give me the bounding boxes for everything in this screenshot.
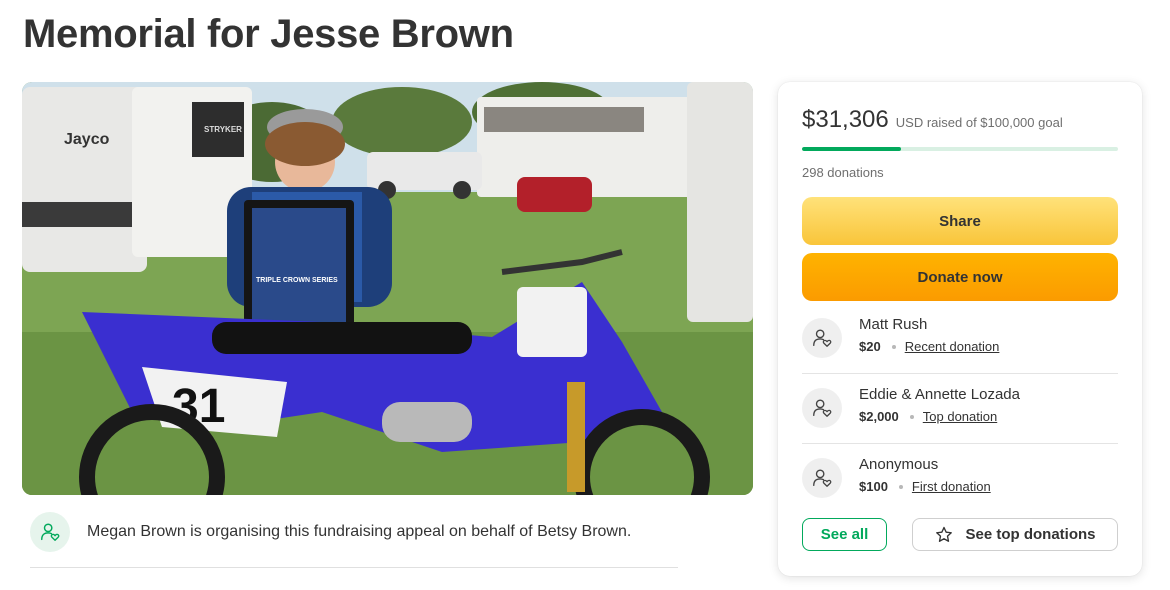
donor-avatar <box>802 458 842 498</box>
see-top-donations-label: See top donations <box>965 526 1096 543</box>
donor-name: Matt Rush <box>859 316 928 333</box>
raised-summary: $31,306 USD raised of $100,000 goal <box>802 106 1063 134</box>
donor-avatar <box>802 318 842 358</box>
hero-illustration: Jayco STRYKER TRIPLE CROWN SERIES 31 <box>22 82 753 495</box>
user-heart-icon <box>41 523 60 541</box>
donor-meta: $100 First donation <box>859 479 991 494</box>
progress-fill <box>802 147 901 151</box>
donor-name: Eddie & Annette Lozada <box>859 386 1020 403</box>
separator-dot <box>909 414 914 419</box>
user-heart-icon <box>813 469 832 487</box>
donation-count: 298 donations <box>802 165 884 180</box>
see-top-donations-button[interactable]: See top donations <box>912 518 1118 551</box>
organiser-section: Megan Brown is organising this fundraisi… <box>30 512 678 568</box>
donor-info: Matt Rush $20 Recent donation <box>859 316 999 354</box>
donor-info: Eddie & Annette Lozada $2,000 Top donati… <box>859 386 1020 424</box>
donation-tag-link[interactable]: First donation <box>912 479 991 494</box>
hero-photo: Jayco STRYKER TRIPLE CROWN SERIES 31 <box>22 82 753 495</box>
raised-goal-label: USD raised of $100,000 goal <box>895 115 1063 130</box>
organiser-text: Megan Brown is organising this fundraisi… <box>87 523 632 540</box>
donation-tag-link[interactable]: Top donation <box>923 409 997 424</box>
donor-amount: $20 <box>859 339 881 354</box>
separator-dot <box>891 344 896 349</box>
separator-dot <box>898 484 903 489</box>
user-heart-icon <box>813 329 832 347</box>
donor-amount: $100 <box>859 479 888 494</box>
trailer-brand-text: Jayco <box>64 131 110 148</box>
page-title: Memorial for Jesse Brown <box>23 12 514 56</box>
see-all-button[interactable]: See all <box>802 518 887 551</box>
star-icon <box>936 526 953 542</box>
donor-meta: $2,000 Top donation <box>859 409 1020 424</box>
donor-avatar <box>802 388 842 428</box>
donor-amount: $2,000 <box>859 409 899 424</box>
donation-item: Matt Rush $20 Recent donation <box>802 304 1118 374</box>
donate-now-button[interactable]: Donate now <box>802 253 1118 301</box>
raised-amount: $31,306 <box>802 106 889 133</box>
donation-item: Eddie & Annette Lozada $2,000 Top donati… <box>802 374 1118 444</box>
plaque-text: TRIPLE CROWN SERIES <box>256 277 338 284</box>
donation-tag-link[interactable]: Recent donation <box>905 339 1000 354</box>
donor-meta: $20 Recent donation <box>859 339 999 354</box>
donation-list: Matt Rush $20 Recent donation Eddie & An… <box>802 304 1118 514</box>
trailer-model-text: STRYKER <box>204 125 242 134</box>
organiser-avatar <box>30 512 70 552</box>
donation-card: $31,306 USD raised of $100,000 goal 298 … <box>778 82 1142 576</box>
donor-info: Anonymous $100 First donation <box>859 456 991 494</box>
progress-bar <box>802 147 1118 151</box>
donor-name: Anonymous <box>859 456 939 473</box>
donation-item: Anonymous $100 First donation <box>802 444 1118 514</box>
share-button[interactable]: Share <box>802 197 1118 245</box>
user-heart-icon <box>813 399 832 417</box>
